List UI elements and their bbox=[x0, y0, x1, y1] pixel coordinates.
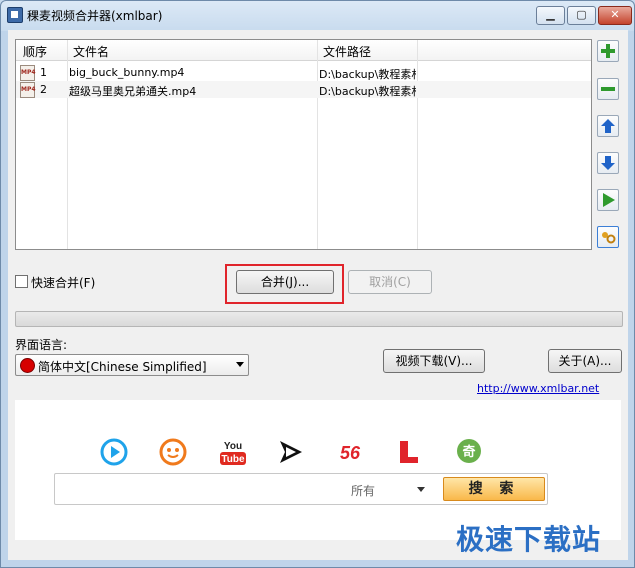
title-bar: 稞麦视频合并器(xmlbar) ▁ ▢ ✕ bbox=[1, 1, 634, 29]
file-list[interactable]: 顺序 文件名 文件路径 MP4 1 big_buck_bunny.mp4 D:\… bbox=[15, 39, 592, 250]
china-flag-icon bbox=[20, 358, 35, 373]
add-icon bbox=[601, 44, 615, 58]
minimize-button[interactable]: ▁ bbox=[536, 6, 565, 25]
remove-file-button[interactable] bbox=[597, 78, 619, 100]
column-header-filename[interactable]: 文件名 bbox=[73, 43, 109, 60]
chevron-down-icon[interactable] bbox=[417, 487, 425, 492]
search-input[interactable] bbox=[61, 478, 335, 500]
window-title: 稞麦视频合并器(xmlbar) bbox=[27, 9, 163, 23]
iqiyi-icon[interactable] bbox=[277, 438, 305, 466]
list-header: 顺序 文件名 文件路径 bbox=[16, 40, 591, 61]
add-file-button[interactable] bbox=[597, 40, 619, 62]
language-selected: 简体中文[Chinese Simplified] bbox=[38, 360, 207, 374]
youku-icon[interactable] bbox=[100, 438, 128, 466]
youtube-icon[interactable]: You Tube bbox=[219, 438, 247, 466]
row-order: 2 bbox=[40, 83, 47, 96]
close-button[interactable]: ✕ bbox=[598, 6, 632, 25]
maximize-button[interactable]: ▢ bbox=[567, 6, 596, 25]
app-icon bbox=[7, 7, 23, 23]
arrow-up-icon bbox=[601, 119, 615, 133]
video-file-icon: MP4 bbox=[20, 65, 36, 81]
table-row[interactable]: MP4 2 超级马里奥兄弟通关.mp4 D:\backup\教程素材 bbox=[16, 81, 591, 98]
search-button[interactable]: 搜 索 bbox=[443, 477, 545, 501]
remove-icon bbox=[601, 87, 615, 91]
chevron-down-icon bbox=[236, 362, 244, 367]
merge-progress-bar bbox=[15, 311, 623, 327]
row-path: D:\backup\教程素材 bbox=[319, 85, 416, 98]
arrow-down-icon bbox=[601, 156, 615, 170]
row-path: D:\backup\教程素材 bbox=[319, 68, 416, 81]
main-window: 稞麦视频合并器(xmlbar) ▁ ▢ ✕ 顺序 文件名 文件路径 MP4 1 … bbox=[0, 0, 635, 568]
video-download-button[interactable]: 视频下载(V)... bbox=[383, 349, 485, 373]
play-icon bbox=[603, 193, 615, 207]
tudou-icon[interactable] bbox=[159, 438, 187, 466]
youtube-tube-text: Tube bbox=[221, 454, 245, 465]
language-label: 界面语言: bbox=[15, 338, 68, 352]
move-up-button[interactable] bbox=[597, 115, 619, 137]
row-filename: big_buck_bunny.mp4 bbox=[69, 66, 185, 79]
move-down-button[interactable] bbox=[597, 152, 619, 174]
qi-text: 奇 bbox=[462, 444, 475, 460]
56-icon[interactable]: 56 bbox=[335, 438, 363, 466]
watermark-text: 极速下载站 bbox=[456, 523, 602, 556]
fast-merge-label: 快速合并(F) bbox=[31, 276, 96, 290]
youtube-you-text: You bbox=[224, 441, 242, 452]
settings-button[interactable] bbox=[597, 226, 619, 248]
table-row[interactable]: MP4 1 big_buck_bunny.mp4 D:\backup\教程素材 bbox=[16, 64, 591, 81]
cancel-button[interactable]: 取消(C) bbox=[348, 270, 432, 294]
about-button[interactable]: 关于(A)... bbox=[548, 349, 622, 373]
website-link[interactable]: http://www.xmlbar.net bbox=[477, 382, 599, 395]
merge-button[interactable]: 合并(J)... bbox=[236, 270, 334, 294]
language-select[interactable]: 简体中文[Chinese Simplified] bbox=[15, 354, 249, 376]
qiyi-icon[interactable]: 奇 bbox=[455, 438, 483, 466]
settings-icon bbox=[602, 232, 616, 244]
letv-icon[interactable] bbox=[395, 438, 423, 466]
search-bar: 所有 搜 索 bbox=[54, 473, 548, 505]
fast-merge-checkbox[interactable] bbox=[15, 275, 28, 288]
row-filename: 超级马里奥兄弟通关.mp4 bbox=[69, 85, 197, 98]
play-button[interactable] bbox=[597, 189, 619, 211]
fivesix-text: 56 bbox=[340, 443, 361, 463]
search-scope-select[interactable]: 所有 bbox=[351, 482, 375, 499]
column-header-order[interactable]: 顺序 bbox=[23, 43, 47, 60]
video-file-icon: MP4 bbox=[20, 82, 36, 98]
client-area: 顺序 文件名 文件路径 MP4 1 big_buck_bunny.mp4 D:\… bbox=[8, 30, 628, 560]
column-header-path[interactable]: 文件路径 bbox=[323, 43, 371, 60]
row-order: 1 bbox=[40, 66, 47, 79]
